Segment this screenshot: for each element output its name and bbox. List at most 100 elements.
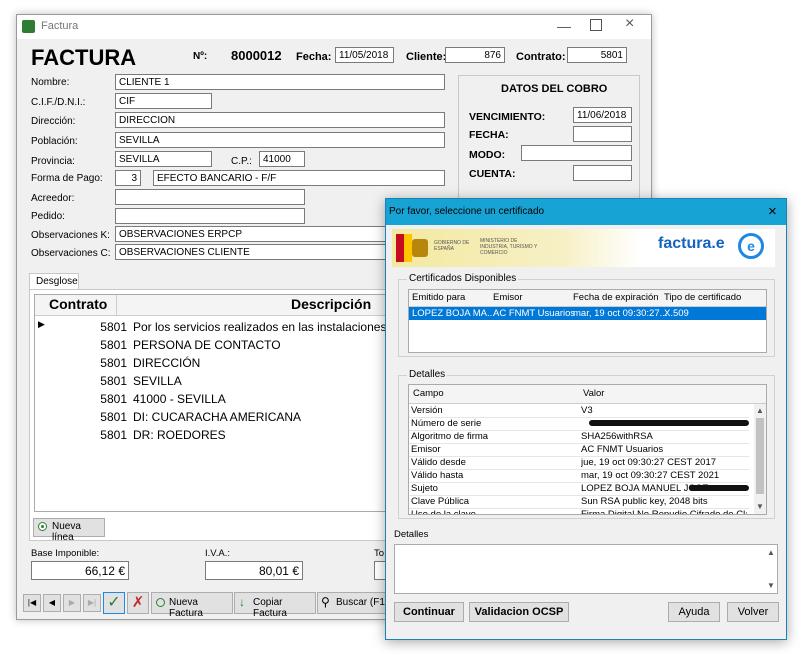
details-row[interactable]: Versión V3 (409, 404, 749, 418)
validacion-ocsp-button[interactable]: Validacion OCSP (469, 602, 569, 622)
details-col-valor[interactable]: Valor (583, 385, 604, 403)
col-descripcion-header[interactable]: Descripción (291, 296, 371, 312)
textarea-scroll-up-icon[interactable]: ▲ (767, 548, 775, 557)
forma-pago-field[interactable]: EFECTO BANCARIO - F/F (153, 170, 445, 186)
copiar-factura-button[interactable]: ↓ Copiar Factura (234, 592, 316, 619)
provincia-field[interactable]: SEVILLA (115, 151, 212, 167)
poblacion-field[interactable]: SEVILLA (115, 132, 445, 148)
cliente-field[interactable]: 876 (445, 47, 505, 63)
cert-cell-fecha: mar, 19 oct 09:30:27... (573, 308, 668, 319)
details-row[interactable]: Sujeto LOPEZ BOJA MANUEL JOSE - (409, 482, 749, 496)
nueva-linea-button[interactable]: Nueva línea (33, 518, 105, 543)
scroll-up-icon[interactable]: ▲ (756, 406, 764, 415)
cert-col-emisor[interactable]: Emisor (493, 290, 523, 306)
details-row[interactable]: Número de serie (409, 417, 749, 431)
continuar-button[interactable]: Continuar (394, 602, 464, 622)
details-valor: AC FNMT Usuarios (581, 444, 664, 455)
banner: GOBIERNO DE ESPAÑA MINISTERIO DE INDUSTR… (392, 229, 775, 267)
cert-col-fecha[interactable]: Fecha de expiración (573, 290, 659, 306)
coat-icon (412, 239, 428, 257)
close-icon[interactable]: × (625, 15, 634, 33)
desglose-panel: Contrato Descripción ▶ 5801 Por los servi… (29, 289, 412, 543)
cert-cell-emitido: LOPEZ BOJA MA... (412, 308, 495, 319)
bottom-toolbar: |◀ ◀ ▶ ▶| ✓ ✗ Nueva Factura ↓ Copiar Fac… (21, 591, 401, 619)
table-row[interactable]: 5801 DR: ROEDORES (35, 426, 411, 444)
details-row[interactable]: Uso de la clave Firma Digital No Repudio … (409, 508, 749, 514)
details-header: Campo Valor (409, 385, 766, 404)
banner-brand: factura.e (658, 235, 725, 252)
details-row[interactable]: Algoritmo de firma SHA256withRSA (409, 430, 749, 444)
cert-row-selected[interactable]: LOPEZ BOJA MA... AC FNMT Usuarios mar, 1… (409, 307, 766, 320)
obs-c-label: Observaciones C: (31, 248, 111, 259)
cuenta-field[interactable] (573, 165, 632, 181)
contrato-label: Contrato: (516, 51, 566, 63)
details-valor: SHA256withRSA (581, 431, 653, 442)
redaction-mark (589, 420, 749, 426)
volver-button[interactable]: Volver (727, 602, 779, 622)
cert-col-emitido[interactable]: Emitido para (412, 290, 465, 306)
base-field[interactable]: 66,12 € (31, 561, 129, 580)
buscar-button[interactable]: ⚲ Buscar (F10) (317, 592, 395, 614)
details-scrollbar[interactable]: ▲ ▼ (754, 404, 766, 514)
forma-pago-code-field[interactable]: 3 (115, 170, 141, 186)
nueva-factura-button[interactable]: Nueva Factura (151, 592, 233, 619)
table-row[interactable]: 5801 DIRECCIÓN (35, 354, 411, 372)
row-descripcion: Por los servicios realizados en las inst… (133, 320, 410, 334)
iva-field[interactable]: 80,01 € (205, 561, 303, 580)
contrato-field[interactable]: 5801 (567, 47, 627, 63)
details-valor: V3 (581, 405, 593, 416)
cobro-fecha-field[interactable] (573, 126, 632, 142)
cuenta-label: CUENTA: (469, 168, 516, 180)
nombre-field[interactable]: CLIENTE 1 (115, 74, 445, 90)
col-contrato-header[interactable]: Contrato (49, 296, 107, 312)
cliente-label: Cliente: (406, 51, 447, 63)
banner-ministry-1: GOBIERNO DE ESPAÑA (434, 240, 470, 252)
details-row[interactable]: Válido desde jue, 19 oct 09:30:27 CEST 20… (409, 456, 749, 470)
prev-record-icon[interactable]: ◀ (43, 594, 61, 612)
numero-label: Nº: (193, 51, 208, 62)
table-row[interactable]: 5801 41000 - SEVILLA (35, 390, 411, 408)
modo-field[interactable] (521, 145, 632, 161)
next-record-icon[interactable]: ▶ (63, 594, 81, 612)
cert-cell-tipo: X.509 (664, 308, 689, 319)
minimize-icon[interactable]: — (557, 18, 571, 34)
total-label: To (374, 548, 385, 559)
cif-field[interactable]: CIF (115, 93, 212, 109)
dialog-close-icon[interactable]: × (768, 203, 777, 220)
pedido-field[interactable] (115, 208, 305, 224)
table-row[interactable]: 5801 SEVILLA (35, 372, 411, 390)
forma-pago-label: Forma de Pago: (31, 173, 103, 184)
cif-label: C.I.F./D.N.I.: (31, 97, 86, 108)
ayuda-button[interactable]: Ayuda (668, 602, 720, 622)
last-record-icon[interactable]: ▶| (83, 594, 101, 612)
scroll-thumb[interactable] (756, 418, 764, 494)
cert-group-title: Certificados Disponibles (407, 273, 519, 284)
details-row[interactable]: Emisor AC FNMT Usuarios (409, 443, 749, 457)
tab-desglose[interactable]: Desglose (29, 273, 79, 290)
details-col-campo[interactable]: Campo (413, 385, 444, 403)
fecha-field[interactable]: 11/05/2018 (335, 47, 394, 63)
cert-col-tipo[interactable]: Tipo de certificado (664, 290, 741, 306)
confirm-icon[interactable]: ✓ (103, 592, 125, 614)
textarea-scroll-down-icon[interactable]: ▼ (767, 581, 775, 590)
table-row[interactable]: 5801 DI: CUCARACHA AMERICANA (35, 408, 411, 426)
first-record-icon[interactable]: |◀ (23, 594, 41, 612)
table-row[interactable]: 5801 PERSONA DE CONTACTO (35, 336, 411, 354)
details-row[interactable]: Válido hasta mar, 19 oct 09:30:27 CEST 20… (409, 469, 749, 483)
maximize-icon[interactable] (590, 19, 602, 31)
details-campo: Número de serie (411, 418, 482, 429)
vencimiento-field[interactable]: 11/06/2018 (573, 107, 632, 123)
direccion-field[interactable]: DIRECCION (115, 112, 445, 128)
cancel-icon[interactable]: ✗ (127, 592, 149, 614)
acreedor-field[interactable] (115, 189, 305, 205)
header-divider (116, 295, 117, 315)
table-row[interactable]: 5801 Por los servicios realizados en las … (35, 318, 411, 336)
detalles-text-label: Detalles (394, 529, 429, 540)
scroll-down-icon[interactable]: ▼ (756, 502, 764, 511)
details-valor: mar, 19 oct 09:30:27 CEST 2021 (581, 470, 720, 481)
search-icon: ⚲ (321, 595, 330, 609)
cp-field[interactable]: 41000 (259, 151, 305, 167)
pedido-label: Pedido: (31, 211, 65, 222)
details-row[interactable]: Clave Pública Sun RSA public key, 2048 bi… (409, 495, 749, 509)
detalles-textarea[interactable]: ▲ ▼ (394, 544, 778, 594)
